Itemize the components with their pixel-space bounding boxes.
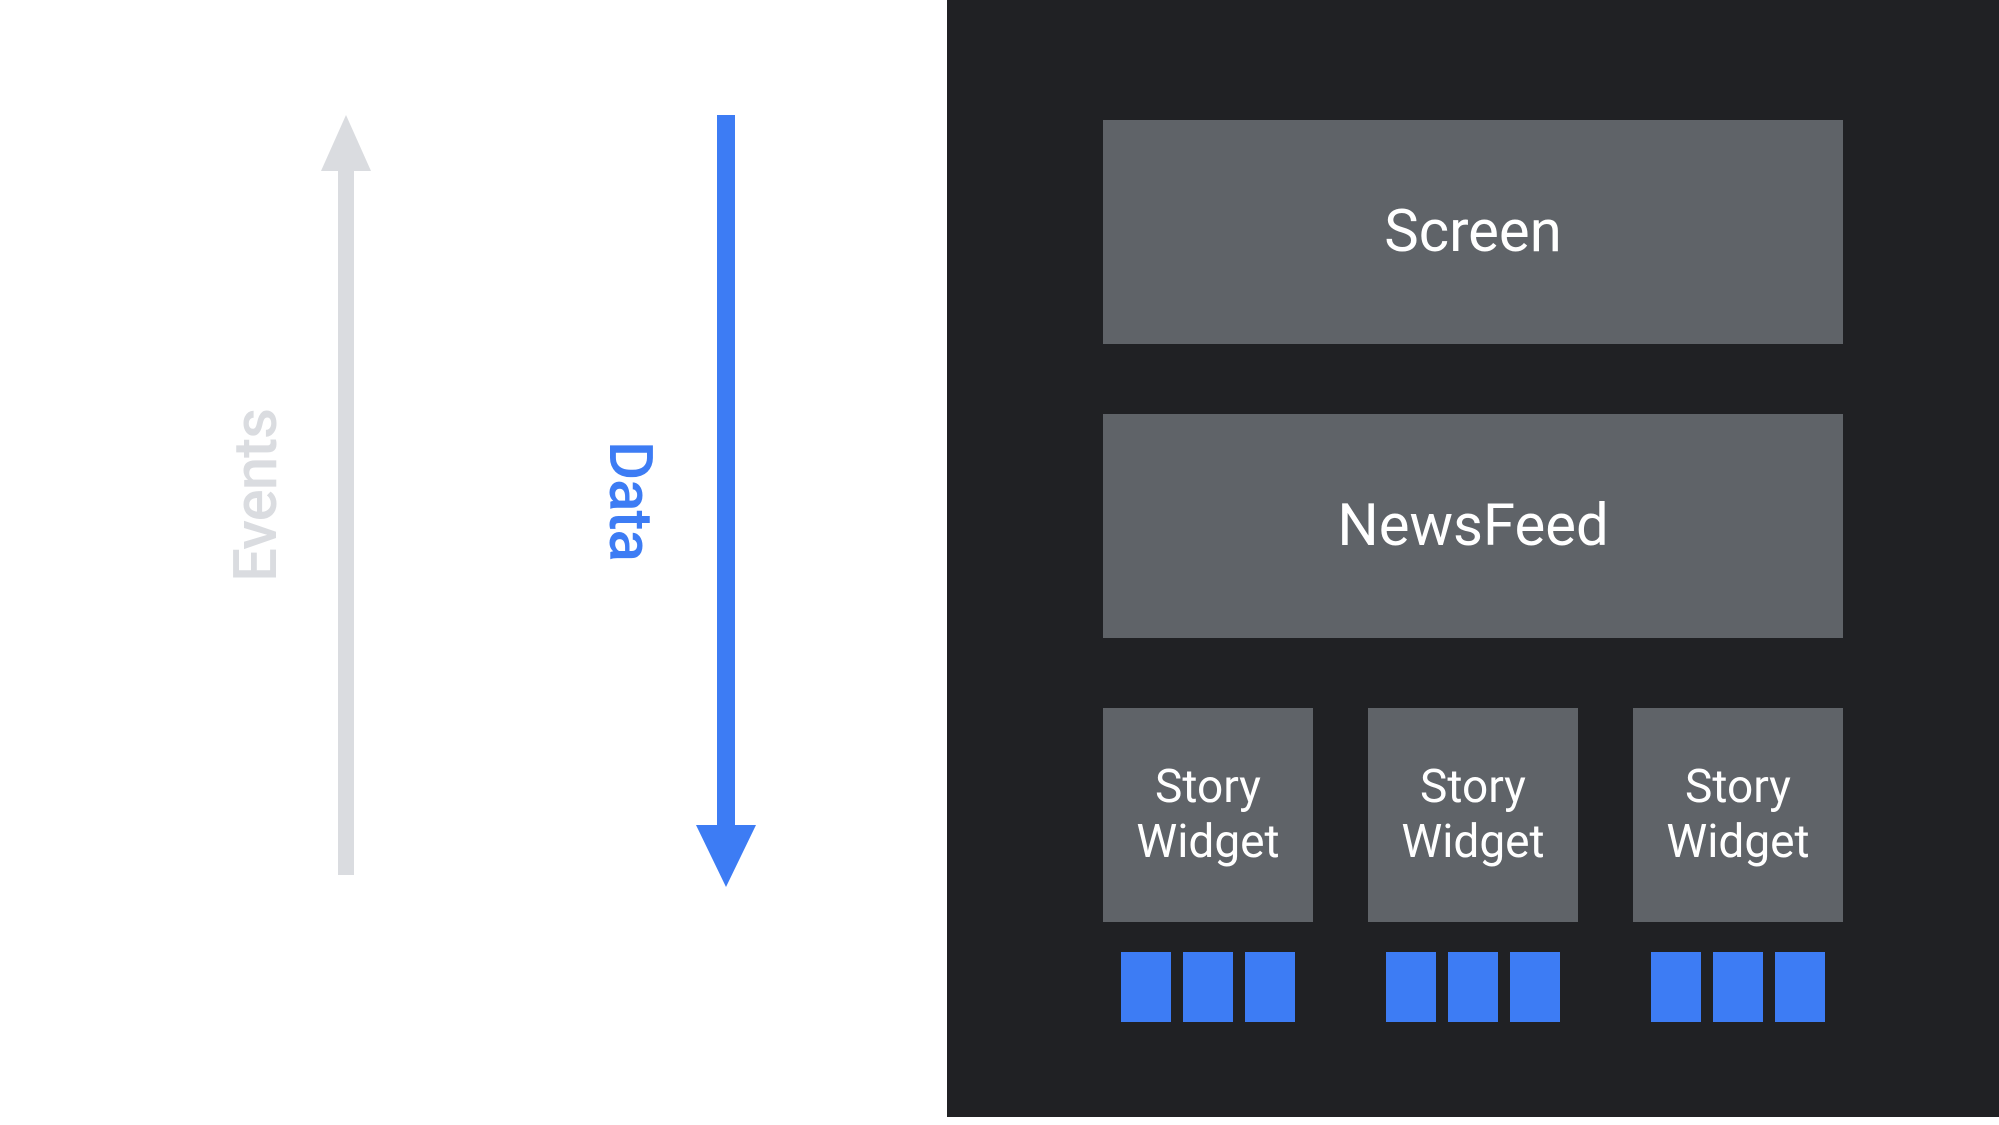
arrow-down-icon xyxy=(696,115,756,887)
right-panel: Screen NewsFeed Story Widget St xyxy=(947,0,1999,1125)
left-panel: Events Data xyxy=(0,0,947,1125)
data-chip xyxy=(1713,952,1763,1022)
chips-row xyxy=(1651,952,1825,1022)
screen-box: Screen xyxy=(1103,120,1843,344)
data-chip xyxy=(1651,952,1701,1022)
story-widget-label: Story Widget xyxy=(1666,760,1809,870)
screen-label: Screen xyxy=(1384,198,1561,266)
data-flow: Data xyxy=(595,115,756,887)
data-chip xyxy=(1183,952,1233,1022)
data-chip xyxy=(1510,952,1560,1022)
story-widget-box: Story Widget xyxy=(1103,708,1313,922)
chips-row xyxy=(1121,952,1295,1022)
events-flow: Events xyxy=(220,115,371,875)
story-widget-label: Story Widget xyxy=(1136,760,1279,870)
story-widget-box: Story Widget xyxy=(1633,708,1843,922)
widgets-row: Story Widget Story Widget xyxy=(1103,708,1843,1022)
story-widget-box: Story Widget xyxy=(1368,708,1578,922)
data-chip xyxy=(1245,952,1295,1022)
widget-column: Story Widget xyxy=(1368,708,1578,1022)
arrow-up-icon xyxy=(321,115,371,875)
data-chip xyxy=(1775,952,1825,1022)
newsfeed-box: NewsFeed xyxy=(1103,414,1843,638)
data-chip xyxy=(1121,952,1171,1022)
story-widget-label: Story Widget xyxy=(1401,760,1544,870)
newsfeed-label: NewsFeed xyxy=(1337,492,1608,560)
component-hierarchy: Screen NewsFeed Story Widget St xyxy=(1047,120,1899,1022)
bottom-border xyxy=(947,1117,1999,1125)
data-label: Data xyxy=(595,441,666,561)
widget-column: Story Widget xyxy=(1633,708,1843,1022)
data-chip xyxy=(1448,952,1498,1022)
data-chip xyxy=(1386,952,1436,1022)
widget-column: Story Widget xyxy=(1103,708,1313,1022)
chips-row xyxy=(1386,952,1560,1022)
events-label: Events xyxy=(220,409,291,582)
